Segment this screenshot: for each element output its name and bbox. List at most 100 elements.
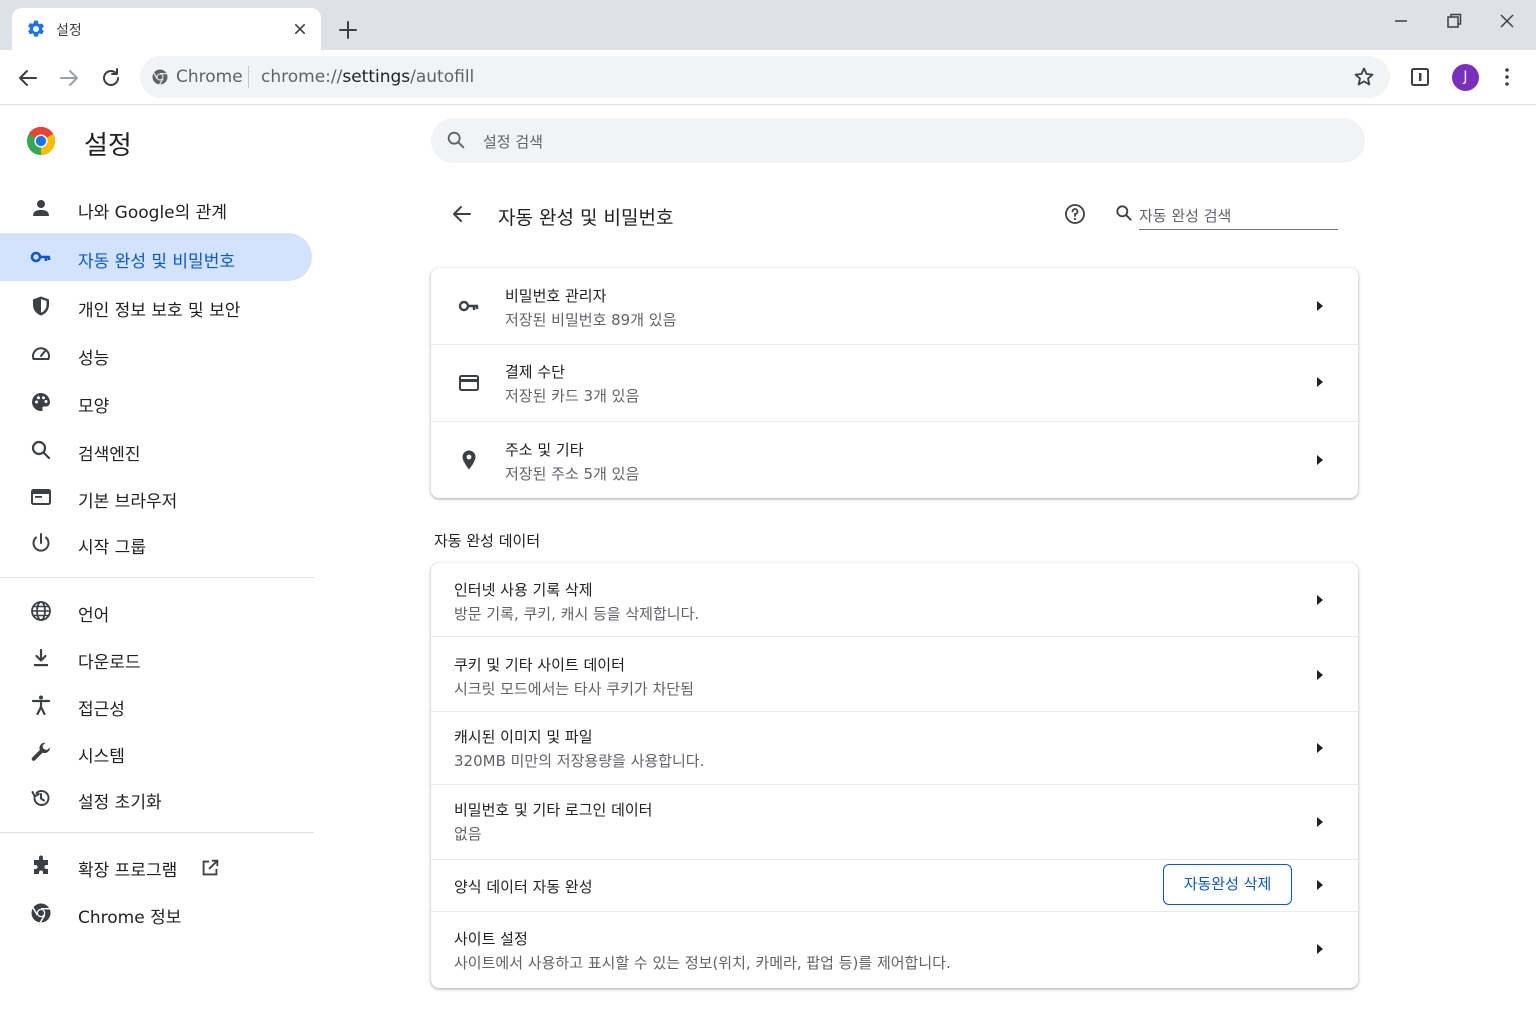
password-manager-row[interactable]: 비밀번호 관리자 저장된 비밀번호 89개 있음: [431, 268, 1358, 344]
sidebar-item-label: 확장 프로그램: [78, 861, 178, 881]
payment-methods-row[interactable]: 결제 수단 저장된 카드 3개 있음: [431, 345, 1358, 421]
title-bar: 설정: [0, 0, 1536, 50]
row-subtitle: 저장된 비밀번호 89개 있음: [505, 311, 677, 329]
omnibox-divider: [248, 66, 249, 88]
settings-search-bar[interactable]: 설정 검색: [431, 118, 1365, 163]
autofill-card: 비밀번호 관리자 저장된 비밀번호 89개 있음 결제 수단 저장된 카드 3개…: [431, 268, 1358, 498]
row-title: 비밀번호 및 기타 로그인 데이터: [454, 801, 653, 819]
sidebar-item-label: 설정 초기화: [78, 793, 162, 813]
sidebar-item-label: 자동 완성 및 비밀번호: [78, 252, 235, 272]
browser-toolbar: Chrome chrome://settings/autofill J: [0, 50, 1536, 105]
sidebar-item-default-browser[interactable]: 기본 브라우저: [0, 473, 312, 521]
chrome-icon: [152, 69, 168, 85]
sidebar-item-label: 기본 브라우저: [78, 492, 178, 512]
autofill-search-input[interactable]: 자동 완성 검색: [1139, 205, 1231, 226]
autofill-data-card: 인터넷 사용 기록 삭제 방문 기록, 쿠키, 캐시 등을 삭제합니다. 쿠키 …: [431, 563, 1358, 988]
cached-images-row[interactable]: 캐시된 이미지 및 파일 320MB 미만의 저장용량을 사용합니다.: [431, 712, 1358, 784]
sidebar-item-autofill[interactable]: 자동 완성 및 비밀번호: [0, 233, 312, 281]
arrow-right-icon: [1317, 455, 1323, 465]
location-pin-icon: [462, 450, 476, 470]
close-icon[interactable]: [290, 19, 310, 39]
tab-title: 설정: [56, 23, 82, 39]
bookmark-star-icon[interactable]: [1352, 65, 1376, 89]
sidebar-item-on-startup[interactable]: 시작 그룹: [0, 519, 312, 567]
sidebar-item-label: 나와 Google의 관계: [78, 203, 227, 223]
power-icon: [32, 533, 50, 552]
globe-icon: [31, 601, 51, 621]
puzzle-icon: [34, 855, 48, 874]
url-path: /autofill: [410, 67, 475, 87]
row-title: 주소 및 기타: [505, 441, 584, 459]
arrow-right-icon: [1317, 743, 1323, 753]
sidebar-item-downloads[interactable]: 다운로드: [0, 634, 312, 682]
row-title: 쿠키 및 기타 사이트 데이터: [454, 656, 625, 674]
sidebar-item-reset[interactable]: 설정 초기화: [0, 774, 312, 822]
tab-settings[interactable]: 설정: [12, 8, 321, 50]
speedometer-icon: [32, 347, 50, 360]
sidebar-item-extensions[interactable]: 확장 프로그램: [0, 842, 312, 890]
back-arrow-icon[interactable]: [450, 202, 474, 226]
sidebar-item-languages[interactable]: 언어: [0, 587, 312, 635]
row-subtitle: 320MB 미만의 저장용량을 사용합니다.: [454, 752, 705, 770]
sidebar-item-label: 접근성: [78, 700, 125, 720]
credit-card-icon: [459, 375, 479, 391]
search-underline: [1139, 229, 1338, 230]
restore-icon[interactable]: [1443, 10, 1465, 32]
search-icon: [1116, 205, 1132, 221]
minimize-icon[interactable]: [1390, 10, 1412, 32]
sidebar-item-about-chrome[interactable]: Chrome 정보: [0, 889, 312, 937]
sidebar-item-performance[interactable]: 성능: [0, 330, 312, 378]
clear-autofill-button[interactable]: 자동완성 삭제: [1163, 864, 1292, 905]
help-icon[interactable]: [1063, 202, 1087, 226]
row-subtitle: 시크릿 모드에서는 타사 쿠키가 차단됨: [454, 680, 694, 698]
row-subtitle: 저장된 카드 3개 있음: [505, 387, 640, 405]
addresses-row[interactable]: 주소 및 기타 저장된 주소 5개 있음: [431, 422, 1358, 498]
person-icon: [33, 200, 49, 216]
wrench-icon: [31, 742, 51, 761]
sidebar-item-search-engine[interactable]: 검색엔진: [0, 426, 312, 474]
password-data-row[interactable]: 비밀번호 및 기타 로그인 데이터 없음: [431, 785, 1358, 859]
forward-arrow-icon[interactable]: [57, 66, 81, 90]
section-title: 자동 완성 데이터: [434, 532, 541, 550]
row-title: 인터넷 사용 기록 삭제: [454, 581, 593, 599]
side-panel-icon[interactable]: [1408, 65, 1432, 89]
close-window-icon[interactable]: [1496, 10, 1518, 32]
search-icon: [31, 440, 51, 460]
arrow-right-icon: [1317, 377, 1323, 387]
key-icon: [458, 300, 479, 312]
site-settings-row[interactable]: 사이트 설정 사이트에서 사용하고 표시할 수 있는 정보(위치, 카메라, 팝…: [431, 912, 1358, 988]
settings-title: 설정: [84, 131, 132, 161]
clear-browsing-data-row[interactable]: 인터넷 사용 기록 삭제 방문 기록, 쿠키, 캐시 등을 삭제합니다.: [431, 563, 1358, 636]
row-subtitle: 방문 기록, 쿠키, 캐시 등을 삭제합니다.: [454, 605, 700, 623]
new-tab-plus-icon[interactable]: [336, 18, 360, 42]
shield-icon: [33, 296, 49, 316]
sidebar-item-google-account[interactable]: 나와 Google의 관계: [0, 184, 312, 232]
url-scheme: chrome://: [261, 67, 343, 87]
row-title: 결제 수단: [505, 363, 565, 381]
page-title: 자동 완성 및 비밀번호: [498, 207, 674, 229]
sidebar-item-label: 모양: [78, 397, 110, 417]
address-bar[interactable]: Chrome chrome://settings/autofill: [140, 56, 1390, 98]
avatar[interactable]: J: [1452, 64, 1479, 91]
back-arrow-icon[interactable]: [16, 66, 40, 90]
sidebar-item-label: Chrome 정보: [78, 908, 182, 928]
arrow-right-icon: [1317, 595, 1323, 605]
sidebar-item-system[interactable]: 시스템: [0, 728, 312, 776]
sidebar-item-appearance[interactable]: 모양: [0, 378, 312, 426]
sidebar-item-label: 시작 그룹: [78, 538, 146, 558]
external-link-icon[interactable]: [199, 857, 221, 879]
download-icon: [34, 648, 48, 667]
sidebar-item-label: 성능: [78, 349, 110, 369]
form-autofill-row[interactable]: 양식 데이터 자동 완성 자동완성 삭제: [431, 860, 1358, 911]
cookies-row[interactable]: 쿠키 및 기타 사이트 데이터 시크릿 모드에서는 타사 쿠키가 차단됨: [431, 637, 1358, 711]
more-vert-icon[interactable]: [1495, 65, 1519, 89]
sidebar-item-label: 시스템: [78, 747, 125, 767]
accessibility-icon: [31, 695, 51, 716]
sidebar-item-privacy[interactable]: 개인 정보 보호 및 보안: [0, 282, 312, 330]
sidebar-item-accessibility[interactable]: 접근성: [0, 681, 312, 729]
row-subtitle: 없음: [454, 825, 482, 843]
reload-icon[interactable]: [99, 66, 123, 90]
settings-search-input[interactable]: 설정 검색: [483, 131, 543, 152]
arrow-right-icon: [1317, 880, 1323, 890]
nav-divider: [0, 832, 314, 833]
